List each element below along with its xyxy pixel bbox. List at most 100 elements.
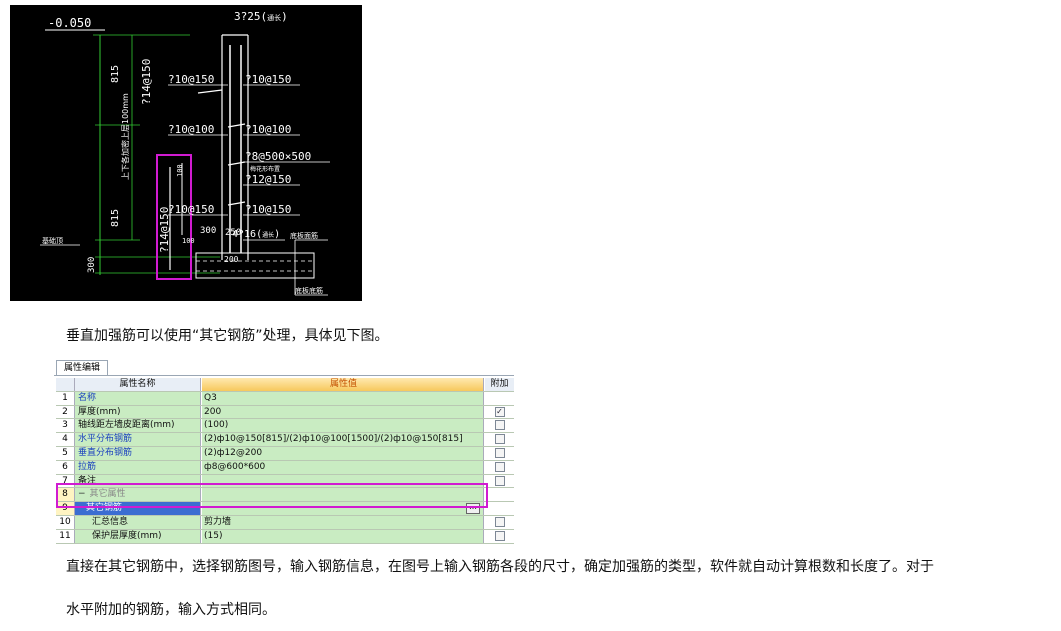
property-value[interactable]: ф8@600*600: [202, 460, 484, 474]
header-value[interactable]: 属性值: [202, 378, 484, 391]
attach-cell: [485, 419, 514, 433]
property-name[interactable]: 名称: [75, 391, 201, 405]
attach-checkbox[interactable]: [494, 475, 505, 486]
cad-label-bottom-slab: 底板底筋: [295, 286, 323, 295]
attach-cell: [485, 433, 514, 446]
cad-label-h4-left: ?10@150: [168, 203, 214, 216]
property-row[interactable]: 10 汇总信息 剪力墙: [56, 515, 514, 530]
attach-checkbox[interactable]: [494, 461, 505, 472]
property-name-text: 汇总信息: [92, 516, 129, 527]
property-value-text: (2)ф10@150[815]/(2)ф10@100[1500]/(2)ф10@…: [204, 434, 463, 445]
property-value-text: ф8@600*600: [204, 461, 266, 472]
property-name[interactable]: 拉筋: [75, 460, 201, 474]
property-name-text: 垂直分布钢筋: [78, 447, 133, 458]
property-value[interactable]: (2)ф12@200: [202, 446, 484, 460]
attach-cell: [485, 391, 514, 405]
header-name[interactable]: 属性名称: [75, 378, 201, 391]
paragraph-1: 垂直加强筋可以使用“其它钢筋”处理，具体见下图。: [66, 328, 389, 344]
attach-cell: ✓: [485, 405, 514, 419]
property-value-text: 剪力墙: [204, 516, 232, 527]
cad-label-h2-left: ?10@100: [168, 123, 214, 136]
property-row[interactable]: 5 垂直分布钢筋 (2)ф12@200: [56, 446, 514, 461]
property-row[interactable]: 6 拉筋 ф8@600*600: [56, 460, 514, 475]
property-name-text: 厚度(mm): [78, 406, 121, 417]
cad-label-elevation: -0.050: [48, 16, 91, 30]
row-number: 2: [56, 405, 75, 419]
paragraph-3: 水平附加的钢筋，输入方式相同。: [66, 602, 276, 618]
attach-checkbox[interactable]: [494, 434, 505, 445]
row-number: 3: [56, 419, 75, 433]
cad-label-dim-100-a: 100: [176, 164, 184, 177]
property-name[interactable]: 轴线距左墙皮距离(mm): [75, 419, 201, 433]
property-name-text: 保护层厚度(mm): [92, 530, 162, 541]
cad-label-foundation: 基础顶: [42, 236, 63, 245]
row-number: 10: [56, 515, 75, 529]
property-grid: 属性名称 属性值 附加 1 名称 Q3 2 厚度(mm) 200 ✓ 3 轴线距左墙皮距离(mm…: [56, 378, 514, 544]
cad-label-dim-250: 250: [225, 228, 241, 238]
cad-label-h4-right: ?10@150: [245, 203, 291, 216]
property-value-text: Q3: [204, 392, 217, 403]
property-row[interactable]: 11 保护层厚度(mm) (15): [56, 529, 514, 544]
row-number: 1: [56, 391, 75, 405]
cad-label-dim-300: 300: [200, 226, 216, 236]
attach-cell: [485, 488, 514, 502]
property-value[interactable]: (15): [202, 529, 484, 543]
tab-underline: [54, 375, 514, 376]
grid-header: 属性名称 属性值 附加: [56, 378, 514, 392]
highlight-box: [56, 483, 488, 508]
row-number: 11: [56, 529, 75, 543]
property-name-text: 拉筋: [78, 461, 97, 472]
cad-label-h1-right: ?10@150: [245, 73, 291, 86]
property-name-text: 轴线距左墙皮距离(mm): [78, 420, 175, 431]
cad-label-h2-right: ?10@100: [245, 123, 291, 136]
property-name[interactable]: 汇总信息: [75, 515, 201, 529]
cad-label-dim-100-b: 100: [182, 237, 195, 245]
row-number: 5: [56, 446, 75, 460]
property-name[interactable]: 厚度(mm): [75, 405, 201, 419]
attach-checkbox[interactable]: [494, 516, 505, 527]
cad-label-tie-note: 梅花形布置: [250, 165, 280, 173]
property-value-text: (15): [204, 530, 223, 541]
property-name[interactable]: 水平分布钢筋: [75, 433, 201, 446]
attach-checkbox[interactable]: ✓: [494, 406, 505, 417]
property-row[interactable]: 1 名称 Q3: [56, 391, 514, 406]
property-value-text: (2)ф12@200: [204, 447, 263, 458]
paragraph-2: 直接在其它钢筋中，选择钢筋图号，输入钢筋信息，在图号上输入钢筋各段的尺寸，确定加…: [66, 559, 934, 575]
cad-label-h1-left: ?10@150: [168, 73, 214, 86]
attach-cell: [485, 460, 514, 474]
rebar-section-drawing: 3?25(通长) -0.050 815 ?14@150 上下各加密上层100mm…: [10, 5, 362, 301]
cad-label-dim-bottom: 300: [87, 257, 97, 273]
attach-cell: [485, 474, 514, 488]
attach-checkbox[interactable]: [494, 530, 505, 541]
property-row[interactable]: 3 轴线距左墙皮距离(mm) (100): [56, 419, 514, 434]
tab-property-edit[interactable]: 属性编辑: [56, 360, 108, 376]
property-value[interactable]: Q3: [202, 391, 484, 405]
cad-label-h3-right: ?12@150: [245, 173, 291, 186]
property-row[interactable]: 2 厚度(mm) 200 ✓: [56, 405, 514, 420]
property-value[interactable]: (100): [202, 419, 484, 433]
row-number: 6: [56, 460, 75, 474]
header-num: [56, 378, 75, 391]
property-row[interactable]: 4 水平分布钢筋 (2)ф10@150[815]/(2)ф10@100[1500]/…: [56, 433, 514, 447]
cad-label-tie: ?8@500×500: [245, 150, 311, 163]
property-name[interactable]: 保护层厚度(mm): [75, 529, 201, 543]
attach-checkbox[interactable]: [494, 420, 505, 431]
row-number: 4: [56, 433, 75, 446]
property-name[interactable]: 垂直分布钢筋: [75, 446, 201, 460]
attach-checkbox[interactable]: [494, 447, 505, 458]
cad-label-dim-upper: 815: [110, 65, 121, 83]
property-value-text: 200: [204, 406, 222, 417]
attach-cell: [485, 529, 514, 543]
property-value[interactable]: (2)ф10@150[815]/(2)ф10@100[1500]/(2)ф10@…: [202, 433, 484, 446]
cad-label-dim-lower: 815: [110, 209, 121, 227]
header-add[interactable]: 附加: [485, 378, 514, 391]
property-value[interactable]: 剪力墙: [202, 515, 484, 529]
property-name-text: 水平分布钢筋: [78, 434, 133, 445]
attach-cell: [485, 502, 514, 515]
attach-cell: [485, 515, 514, 529]
cad-label-note-vertical: 上下各加密上层100mm: [120, 93, 130, 180]
property-value[interactable]: 200: [202, 405, 484, 419]
property-value-text: (100): [204, 420, 229, 431]
cad-label-top-slab: 底板面筋: [290, 231, 318, 240]
property-name-text: 名称: [78, 392, 97, 403]
